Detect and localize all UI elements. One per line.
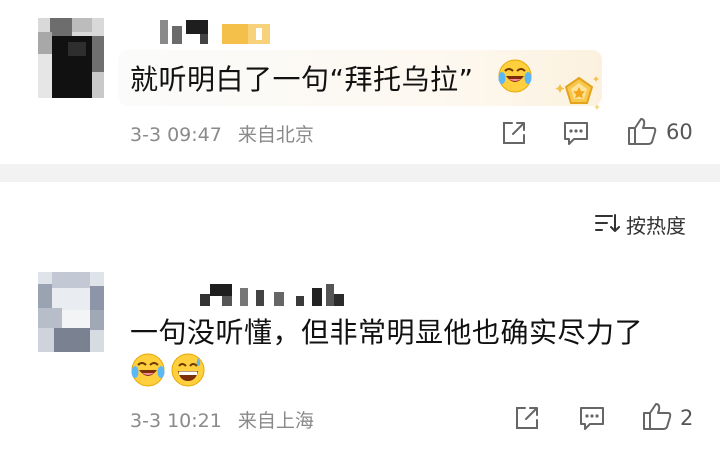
share-icon[interactable] bbox=[501, 120, 527, 146]
comment-meta: 3-3 09:47 来自北京 bbox=[130, 120, 324, 147]
like-count: 60 bbox=[666, 120, 693, 144]
avatar[interactable] bbox=[38, 272, 104, 352]
share-icon[interactable] bbox=[514, 405, 540, 431]
username-redacted[interactable] bbox=[200, 284, 360, 308]
laugh-cry-emoji bbox=[498, 59, 532, 93]
comment-location: 来自上海 bbox=[237, 410, 314, 432]
section-divider bbox=[0, 164, 720, 182]
gold-badge-icon bbox=[556, 76, 600, 110]
sort-by-hot-button[interactable]: 按热度 bbox=[626, 210, 686, 239]
comment-meta: 3-3 10:21 来自上海 bbox=[130, 406, 324, 433]
comment-timestamp: 3-3 09:47 bbox=[130, 124, 222, 146]
comment-text: 一句没听懂，但非常明显他也确实尽力了 bbox=[130, 316, 644, 349]
reply-icon[interactable] bbox=[562, 120, 590, 146]
grin-sweat-emoji bbox=[171, 353, 205, 387]
laugh-cry-emoji bbox=[131, 353, 165, 387]
like-icon[interactable] bbox=[626, 116, 658, 146]
reply-icon[interactable] bbox=[578, 405, 606, 431]
like-count: 2 bbox=[680, 406, 694, 430]
username-redacted[interactable] bbox=[160, 20, 290, 46]
comment-text: 就听明白了一句“拜托乌拉” bbox=[130, 63, 474, 96]
like-icon[interactable] bbox=[641, 401, 673, 431]
comment-location: 来自北京 bbox=[237, 124, 314, 146]
comment-timestamp: 3-3 10:21 bbox=[130, 410, 222, 432]
avatar[interactable] bbox=[38, 18, 104, 98]
sort-icon[interactable] bbox=[594, 212, 620, 234]
